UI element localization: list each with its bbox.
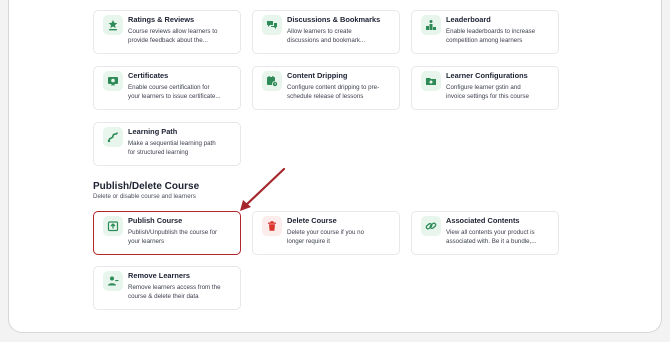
card-learning-path[interactable]: Learning Path Make a sequential learning… (93, 122, 241, 166)
card-title: Learner Configurations (446, 71, 528, 80)
badge-star-icon (103, 15, 123, 35)
card-leaderboard[interactable]: Leaderboard Enable leaderboards to incre… (411, 10, 559, 54)
user-remove-icon (103, 271, 123, 291)
card-description: Course reviews allow learners to provide… (128, 28, 218, 45)
card-description: Publish/Unpublish the course for your le… (128, 229, 218, 246)
card-learner-configurations[interactable]: Learner Configurations Configure learner… (411, 66, 559, 110)
card-delete-course[interactable]: Delete Course Delete your course if you … (252, 211, 400, 255)
leaderboard-icon (421, 15, 441, 35)
card-title: Delete Course (287, 216, 337, 225)
card-title: Content Dripping (287, 71, 348, 80)
path-icon (103, 127, 123, 147)
card-description: Remove learners access from the course &… (128, 284, 221, 301)
card-ratings-reviews[interactable]: Ratings & Reviews Course reviews allow l… (93, 10, 241, 54)
card-description: Enable course certification for your lea… (128, 84, 221, 101)
card-description: Configure content dripping to pre- sched… (287, 84, 380, 101)
card-title: Remove Learners (128, 271, 191, 280)
card-description: Enable leaderboards to increase competit… (446, 28, 536, 45)
card-description: View all contents your product is associ… (446, 229, 537, 246)
link-icon (421, 216, 441, 236)
card-title: Certificates (128, 71, 169, 80)
card-discussions-bookmarks[interactable]: Discussions & Bookmarks Allow learners t… (252, 10, 400, 54)
card-remove-learners[interactable]: Remove Learners Remove learners access f… (93, 266, 241, 310)
card-description: Delete your course if you no longer requ… (287, 229, 365, 246)
card-title: Publish Course (128, 216, 183, 225)
card-certificates[interactable]: Certificates Enable course certification… (93, 66, 241, 110)
settings-panel: Ratings & Reviews Course reviews allow l… (8, 0, 662, 333)
trash-icon (262, 216, 282, 236)
folder-settings-icon (421, 71, 441, 91)
upload-icon (103, 216, 123, 236)
calendar-clock-icon (262, 71, 282, 91)
section-title: Publish/Delete Course (93, 181, 200, 192)
card-description: Make a sequential learning path for stru… (128, 140, 216, 157)
chat-bubbles-icon (262, 15, 282, 35)
card-title: Discussions & Bookmarks (287, 15, 381, 24)
card-title: Ratings & Reviews (128, 15, 195, 24)
card-title: Associated Contents (446, 216, 520, 225)
card-content-dripping[interactable]: Content Dripping Configure content dripp… (252, 66, 400, 110)
card-associated-contents[interactable]: Associated Contents View all contents yo… (411, 211, 559, 255)
card-description: Allow learners to create discussions and… (287, 28, 366, 45)
card-title: Learning Path (128, 127, 178, 136)
card-title: Leaderboard (446, 15, 491, 24)
card-publish-course[interactable]: Publish Course Publish/Unpublish the cou… (93, 211, 241, 255)
card-description: Configure learner gstin and invoice sett… (446, 84, 529, 101)
section-subtitle: Delete or disable course and learners (93, 193, 196, 200)
certificate-icon (103, 71, 123, 91)
